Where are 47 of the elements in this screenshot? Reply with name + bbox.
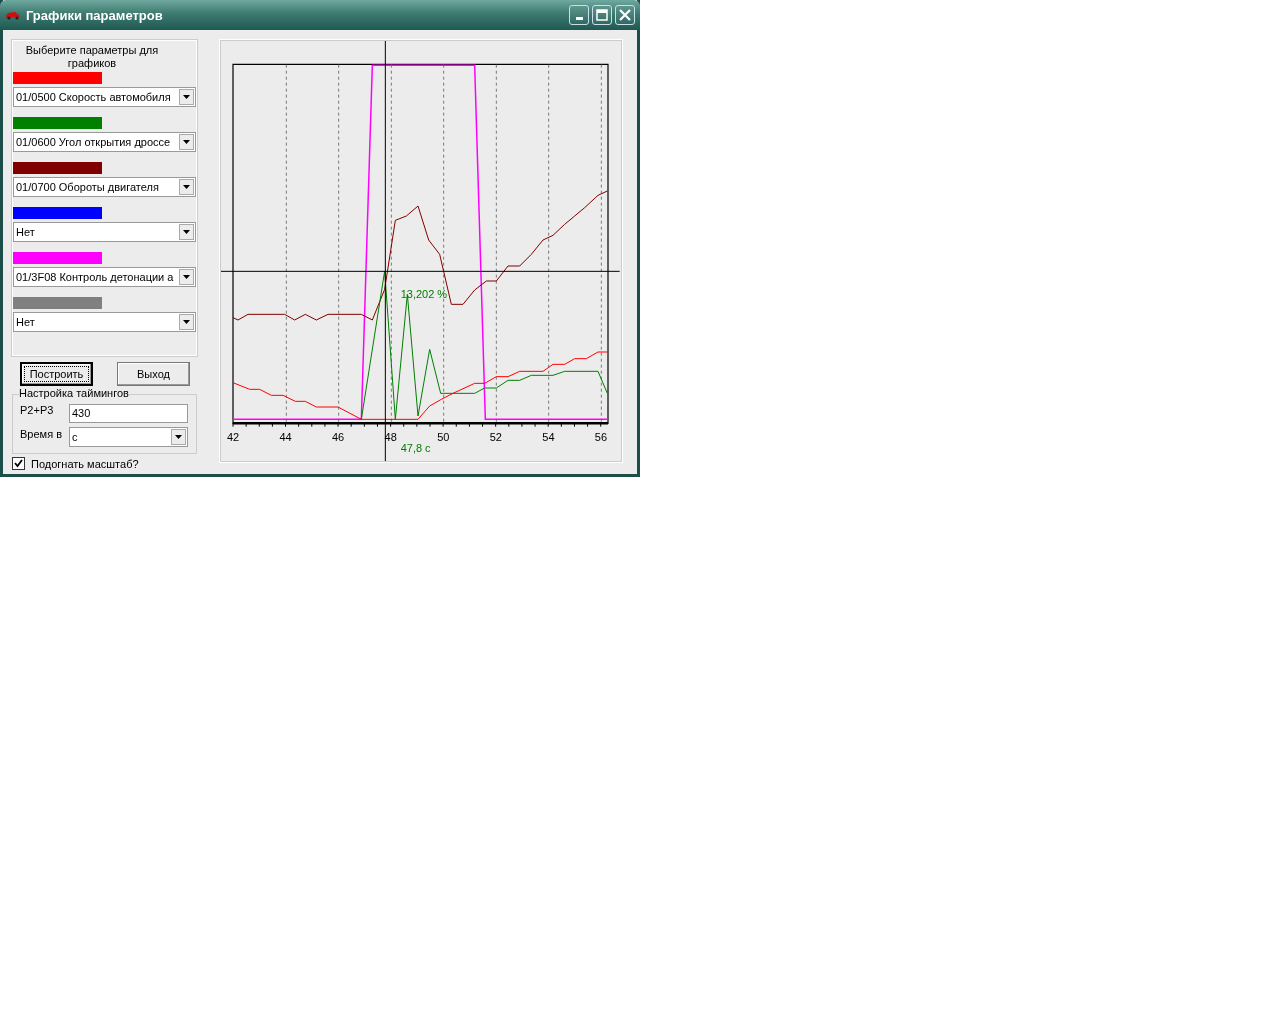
caret-icon [183, 320, 190, 324]
close-icon [619, 9, 631, 21]
field-label: Время в [20, 428, 63, 440]
axis-tick-label: 54 [542, 431, 555, 443]
time-unit-dropdown[interactable]: с [69, 427, 188, 447]
field-label: P2+P3 [20, 404, 55, 416]
p2-p3-input[interactable]: 430 [69, 403, 188, 423]
group-title: Настройка таймингов [19, 387, 129, 399]
maximize-icon [596, 9, 608, 21]
dropdown-button[interactable] [179, 89, 194, 105]
parameter-dropdown[interactable]: 01/3F08 Контроль детонации а [13, 267, 196, 287]
axis-tick-label: 46 [332, 431, 345, 443]
parameter-dropdown[interactable]: 01/0600 Угол открытия дроссе [13, 132, 196, 152]
axis-tick-label: 42 [226, 431, 240, 443]
minimize-button[interactable] [569, 5, 589, 25]
caret-icon [183, 185, 190, 189]
dropdown-button[interactable] [179, 179, 194, 195]
axis-tick-label: 52 [489, 431, 502, 443]
window-title: Графики параметров [26, 7, 164, 23]
checkbox-label[interactable]: Подогнать масштаб? [31, 457, 139, 470]
close-button[interactable] [615, 5, 635, 25]
dropdown-button[interactable] [171, 429, 186, 445]
axis-tick-label: 50 [437, 431, 450, 443]
caret-icon [183, 140, 190, 144]
caret-icon [175, 435, 182, 439]
car-icon [5, 10, 21, 20]
group-heading: Выберите параметры для графиков [24, 44, 160, 70]
axis-tick-label: 56 [594, 431, 608, 443]
dropdown-button[interactable] [179, 134, 194, 150]
caret-icon [183, 275, 190, 279]
dropdown-button[interactable] [179, 269, 194, 285]
checkbox[interactable] [12, 457, 25, 470]
parameter-dropdown[interactable]: Нет [13, 222, 196, 242]
caret-icon [183, 95, 190, 99]
dropdown-button[interactable] [179, 314, 194, 330]
axis-tick-label: 44 [279, 431, 292, 443]
parameter-dropdown[interactable]: 01/0500 Скорость автомобиля [13, 87, 196, 107]
cursor-time: 47,8 с [400, 442, 431, 454]
minimize-icon [575, 17, 583, 20]
cursor-value: 13,202 % [400, 287, 448, 300]
parameter-dropdown[interactable]: 01/0700 Обороты двигателя [13, 177, 196, 197]
maximize-button[interactable] [592, 5, 612, 25]
caret-icon [183, 230, 190, 234]
dialog-button[interactable]: Построить [20, 362, 93, 386]
parameter-dropdown[interactable]: Нет [13, 312, 196, 332]
dialog-button[interactable]: Выход [117, 362, 190, 386]
dropdown-button[interactable] [179, 224, 194, 240]
